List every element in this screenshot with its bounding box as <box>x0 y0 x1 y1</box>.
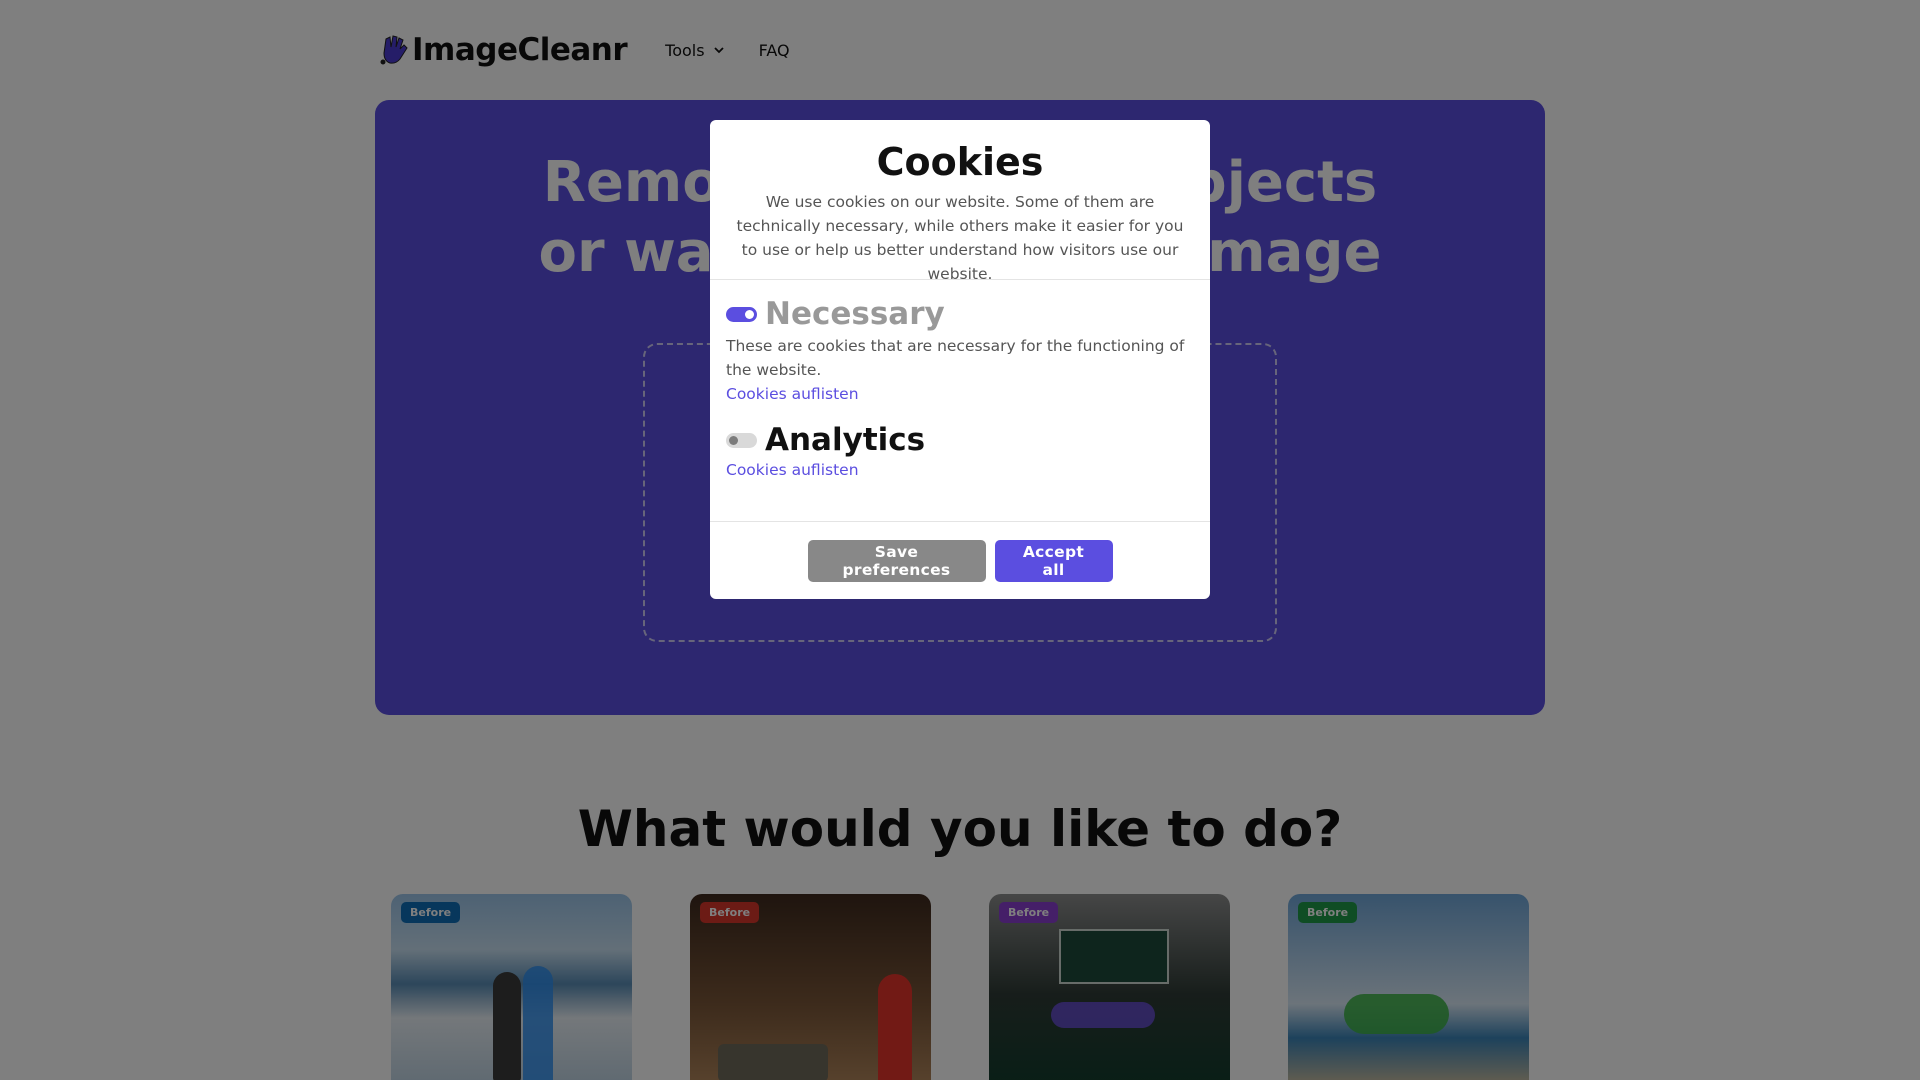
cookie-dialog-actions: Save preferences Accept all <box>710 522 1210 599</box>
cookie-dialog-title: Cookies <box>876 140 1044 184</box>
category-header: Analytics <box>726 422 1194 458</box>
category-description: These are cookies that are necessary for… <box>726 337 1185 379</box>
cookie-category-necessary: Necessary These are cookies that are nec… <box>726 296 1194 406</box>
analytics-toggle[interactable] <box>726 432 757 448</box>
category-title: Necessary <box>765 296 945 332</box>
list-cookies-link[interactable]: Cookies auflisten <box>726 382 1194 406</box>
necessary-toggle[interactable] <box>726 306 757 322</box>
cookie-dialog-description: We use cookies on our website. Some of t… <box>736 193 1184 283</box>
cookie-categories: Necessary These are cookies that are nec… <box>710 280 1210 522</box>
accept-all-button[interactable]: Accept all <box>994 539 1113 582</box>
cookie-consent-dialog: Cookies We use cookies on our website. S… <box>710 120 1210 599</box>
toggle-knob <box>745 309 754 319</box>
save-preferences-button[interactable]: Save preferences <box>807 539 986 582</box>
list-cookies-link[interactable]: Cookies auflisten <box>726 458 1194 482</box>
toggle-knob <box>729 435 738 445</box>
cookie-dialog-header: Cookies We use cookies on our website. S… <box>710 120 1210 283</box>
category-header: Necessary <box>726 296 1194 332</box>
category-title: Analytics <box>765 422 926 458</box>
cookie-category-analytics: Analytics Cookies auflisten <box>726 422 1194 482</box>
